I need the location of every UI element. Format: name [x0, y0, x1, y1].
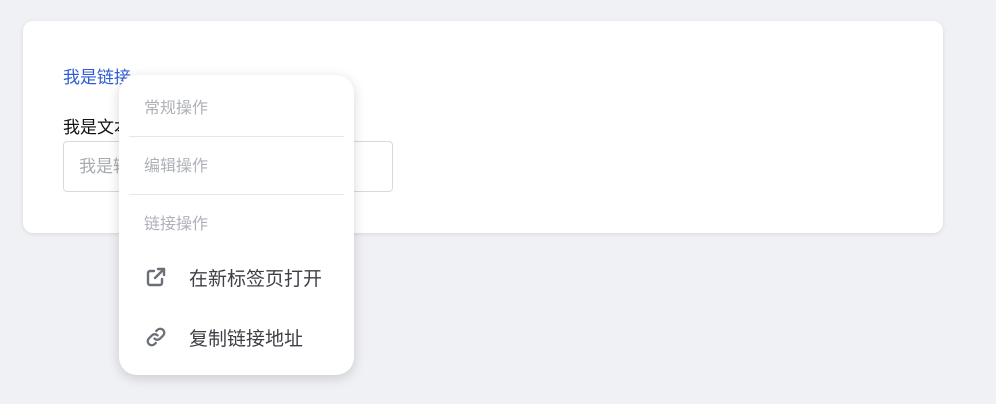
context-menu: 常规操作 编辑操作 链接操作 在新标签页打开 复制链接地址 — [119, 75, 354, 375]
page: 我是链接 我是文本 常规操作 编辑操作 链接操作 在新标签页打开 复制链接地址 — [0, 0, 996, 404]
menu-group-link: 链接操作 — [144, 214, 209, 233]
menu-item-label: 在新标签页打开 — [189, 267, 323, 290]
menu-group-edit: 编辑操作 — [144, 156, 209, 175]
menu-item-label: 复制链接地址 — [189, 327, 304, 350]
menu-divider — [129, 136, 344, 137]
menu-item-copy-link[interactable]: 复制链接地址 — [129, 315, 344, 359]
menu-group-general: 常规操作 — [144, 98, 209, 117]
open-in-new-tab-icon — [146, 267, 166, 287]
link-icon — [146, 327, 166, 347]
menu-divider — [129, 194, 344, 195]
menu-item-open-new-tab[interactable]: 在新标签页打开 — [129, 255, 344, 299]
